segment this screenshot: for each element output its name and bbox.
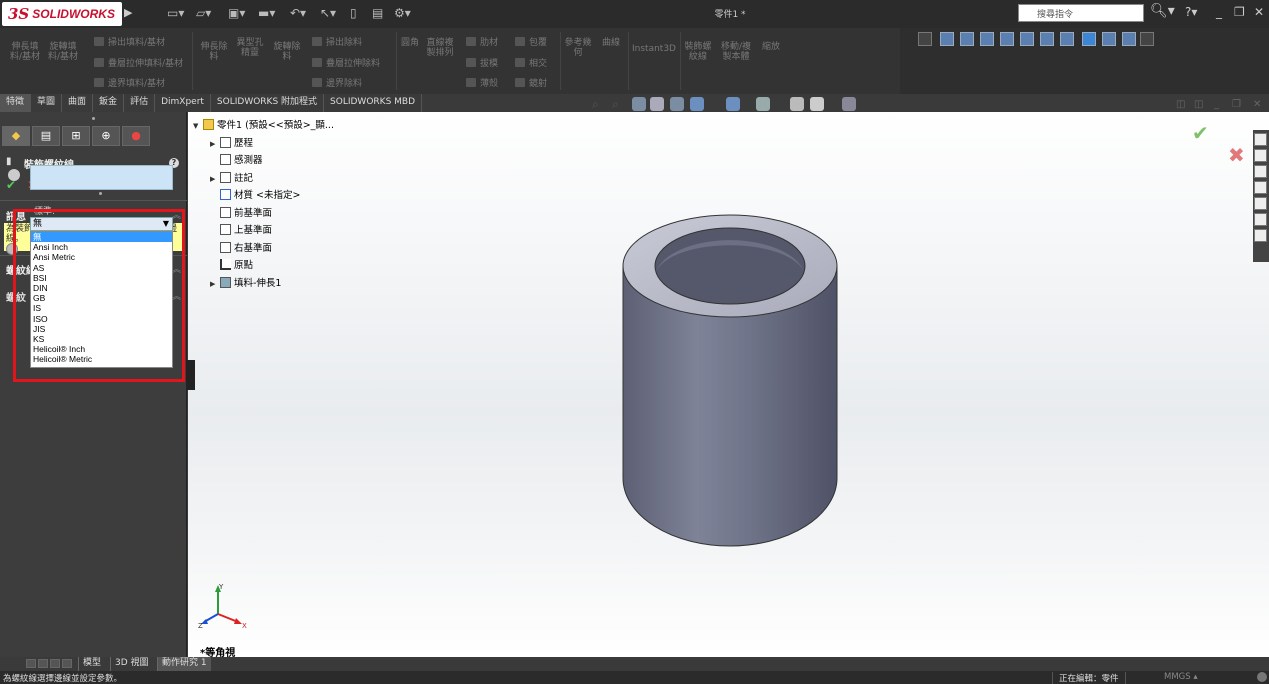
hide-show-icon[interactable] [756, 97, 770, 111]
plane-icon [220, 207, 231, 218]
tree-item-history[interactable]: ▶ 歷程 [210, 135, 253, 149]
heads-up-toolbar: ⌕ ⌕ [590, 96, 870, 114]
property-manager-panel: ◆ ▤ ⊞ ⊕ ● ▮ 裝飾螺紋線 ? ✔ ✕ 訊息 ︽ 為裝飾螺紋線的插入選擇… [0, 112, 187, 657]
configuration-manager-icon[interactable]: ⊞ [62, 126, 90, 146]
tree-root-label: 零件1 (預設<<預設>_顯... [217, 120, 334, 131]
cosmetic-thread-icon: ▮ [6, 156, 12, 167]
tree-item-right-plane[interactable]: 右基準面 [210, 240, 272, 254]
bottom-tabs-bar: 模型 3D 視圖 動作研究 1 [0, 657, 1269, 671]
origin-icon [220, 259, 231, 270]
zoom-to-fit-icon[interactable]: ⌕ [592, 97, 606, 111]
next-tab-icon[interactable] [50, 659, 60, 668]
expand-arrow-icon[interactable]: ▶ [210, 140, 220, 148]
edit-appearance-icon[interactable] [790, 97, 804, 111]
expand-arrow-icon[interactable]: ▼ [193, 122, 203, 130]
status-editing: 正在編輯：零件 [1052, 672, 1126, 684]
feature-manager-icon[interactable]: ◆ [2, 126, 30, 146]
first-tab-icon[interactable] [26, 659, 36, 668]
view-settings-icon[interactable] [842, 97, 856, 111]
tree-item-label: 歷程 [234, 138, 254, 149]
history-icon [220, 137, 231, 148]
file-explorer-icon[interactable] [1254, 165, 1267, 178]
tree-item-label: 註記 [234, 173, 254, 184]
tree-item-top-plane[interactable]: 上基準面 [210, 222, 272, 236]
tab-3d-views[interactable]: 3D 視圖 [110, 657, 153, 671]
view-palette-icon[interactable] [1254, 181, 1267, 194]
highlight-annotation-box [13, 209, 185, 382]
hollow-cylinder-model[interactable] [622, 214, 838, 547]
triad-y-label: Y [218, 583, 224, 591]
coordinate-triad: Y X Z [198, 583, 247, 628]
prev-tab-icon[interactable] [38, 659, 48, 668]
last-tab-icon[interactable] [62, 659, 72, 668]
zoom-area-icon[interactable]: ⌕ [612, 97, 626, 111]
resources-icon[interactable] [1254, 133, 1267, 146]
plane-icon [220, 242, 231, 253]
tree-item-label: 原點 [234, 260, 254, 271]
material-icon [220, 189, 231, 200]
tree-item-annotations[interactable]: ▶ 註記 [210, 170, 253, 184]
panel-splitter[interactable] [187, 360, 195, 390]
appearances-icon[interactable] [1254, 197, 1267, 210]
manager-tabs: ◆ ▤ ⊞ ⊕ ● [0, 126, 187, 148]
tree-item-label: 上基準面 [234, 225, 273, 236]
property-manager-icon[interactable]: ▤ [32, 126, 60, 146]
viewport-maximize-icon[interactable]: ❐ [1232, 99, 1241, 110]
annotation-icon [220, 172, 231, 183]
triad-z-label: Z [198, 622, 203, 628]
edge-selection-box[interactable] [30, 165, 173, 190]
tree-item-sensors[interactable]: 感測器 [210, 152, 263, 166]
expand-arrow-icon[interactable]: ▶ [210, 175, 220, 183]
dynamic-annotation-icon[interactable] [670, 97, 684, 111]
tab-motion-study[interactable]: 動作研究 1 [157, 657, 211, 671]
viewport-restore-icon[interactable]: ◫ [1176, 99, 1185, 110]
units-label: MMGS [1164, 672, 1191, 682]
plane-icon [220, 224, 231, 235]
tree-item-material[interactable]: 材質 <未指定> [210, 187, 300, 201]
divider [0, 200, 187, 201]
triad-x-label: X [242, 622, 247, 628]
tree-item-label: 材質 <未指定> [234, 190, 301, 201]
forum-icon[interactable] [1254, 229, 1267, 242]
grip-dot [99, 192, 102, 195]
extrude-feature-icon [220, 277, 231, 288]
view-orientation-icon[interactable] [690, 97, 704, 111]
design-library-icon[interactable] [1254, 149, 1267, 162]
panel-grip[interactable] [92, 117, 95, 120]
task-pane [1253, 130, 1269, 262]
custom-properties-icon[interactable] [1254, 213, 1267, 226]
expand-arrow-icon[interactable]: ▶ [210, 280, 220, 288]
confirm-ok-icon[interactable]: ✔ [1192, 121, 1209, 145]
tree-item-label: 感測器 [234, 155, 263, 166]
part-icon [203, 119, 214, 130]
display-manager-icon[interactable]: ● [122, 126, 150, 146]
tree-root[interactable]: ▼ 零件1 (預設<<預設>_顯... [193, 117, 334, 131]
viewport-tile-icon[interactable]: ◫ [1194, 99, 1203, 110]
section-view-icon[interactable] [650, 97, 664, 111]
tab-model[interactable]: 模型 [78, 657, 105, 671]
tree-item-label: 右基準面 [234, 243, 273, 254]
tree-item-label: 前基準面 [234, 208, 273, 219]
sensor-icon [220, 154, 231, 165]
tree-item-label: 填料-伸長1 [234, 278, 282, 289]
scene-icon[interactable] [810, 97, 824, 111]
previous-view-icon[interactable] [632, 97, 646, 111]
status-units[interactable]: MMGS ▴ [1164, 672, 1198, 682]
confirm-cancel-icon[interactable]: ✖ [1228, 143, 1245, 167]
edge-selection-icon [8, 169, 20, 181]
display-style-icon[interactable] [726, 97, 740, 111]
status-bar: 為螺紋線選擇邊線並設定參數。 正在編輯：零件 MMGS ▴ [0, 671, 1269, 684]
viewport-minimize-icon[interactable]: _ [1214, 99, 1219, 110]
viewport-close-icon[interactable]: ✕ [1253, 99, 1261, 110]
tree-item-origin[interactable]: 原點 [210, 257, 253, 271]
status-message: 為螺紋線選擇邊線並設定參數。 [3, 674, 123, 684]
status-tooltip-icon[interactable] [1257, 672, 1267, 682]
tree-item-boss-extrude[interactable]: ▶ 填料-伸長1 [210, 275, 281, 289]
dimxpert-manager-icon[interactable]: ⊕ [92, 126, 120, 146]
tree-item-front-plane[interactable]: 前基準面 [210, 205, 272, 219]
